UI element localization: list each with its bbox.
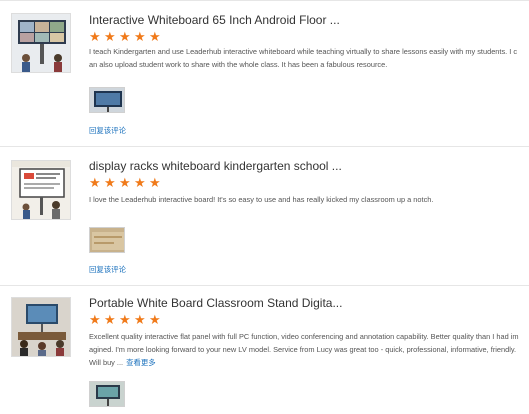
star-icon: ★ bbox=[89, 312, 101, 327]
review-item: Interactive Whiteboard 65 Inch Android F… bbox=[0, 0, 529, 147]
review-text: I teach Kindergarten and use Leaderhub i… bbox=[89, 45, 519, 71]
star-icon: ★ bbox=[89, 175, 101, 190]
star-icon: ★ bbox=[104, 29, 116, 44]
review-list: Interactive Whiteboard 65 Inch Android F… bbox=[0, 0, 529, 414]
product-thumbnail[interactable] bbox=[11, 297, 71, 357]
star-icon: ★ bbox=[119, 312, 131, 327]
review-item: display racks whiteboard kindergarten sc… bbox=[0, 147, 529, 286]
product-thumbnail[interactable] bbox=[11, 160, 71, 220]
product-title-link[interactable]: Portable White Board Classroom Stand Dig… bbox=[89, 296, 342, 310]
rating-stars: ★ ★ ★ ★ ★ bbox=[89, 30, 162, 43]
star-icon: ★ bbox=[119, 175, 131, 190]
star-icon: ★ bbox=[149, 312, 161, 327]
review-image[interactable] bbox=[89, 381, 125, 407]
reply-comment-link[interactable]: 回复该评论 bbox=[89, 125, 126, 136]
see-more-link[interactable]: 查看更多 bbox=[126, 358, 156, 367]
review-text: Excellent quality interactive flat panel… bbox=[89, 330, 519, 369]
star-icon: ★ bbox=[104, 312, 116, 327]
star-icon: ★ bbox=[134, 175, 146, 190]
star-icon: ★ bbox=[134, 312, 146, 327]
review-body: I teach Kindergarten and use Leaderhub i… bbox=[89, 47, 518, 69]
product-thumbnail[interactable] bbox=[11, 13, 71, 73]
star-icon: ★ bbox=[119, 29, 131, 44]
star-icon: ★ bbox=[89, 29, 101, 44]
review-item: Portable White Board Classroom Stand Dig… bbox=[0, 286, 529, 414]
rating-stars: ★ ★ ★ ★ ★ bbox=[89, 176, 162, 189]
rating-stars: ★ ★ ★ ★ ★ bbox=[89, 313, 162, 326]
product-title-link[interactable]: display racks whiteboard kindergarten sc… bbox=[89, 159, 342, 173]
star-icon: ★ bbox=[134, 29, 146, 44]
review-text: I love the Leaderhub interactive board! … bbox=[89, 193, 519, 206]
star-icon: ★ bbox=[149, 175, 161, 190]
product-title-link[interactable]: Interactive Whiteboard 65 Inch Android F… bbox=[89, 13, 340, 27]
star-icon: ★ bbox=[104, 175, 116, 190]
review-image[interactable] bbox=[89, 227, 125, 253]
review-body: I love the Leaderhub interactive board! … bbox=[89, 195, 434, 204]
star-icon: ★ bbox=[149, 29, 161, 44]
review-image[interactable] bbox=[89, 87, 125, 113]
reply-comment-link[interactable]: 回复该评论 bbox=[89, 264, 126, 275]
